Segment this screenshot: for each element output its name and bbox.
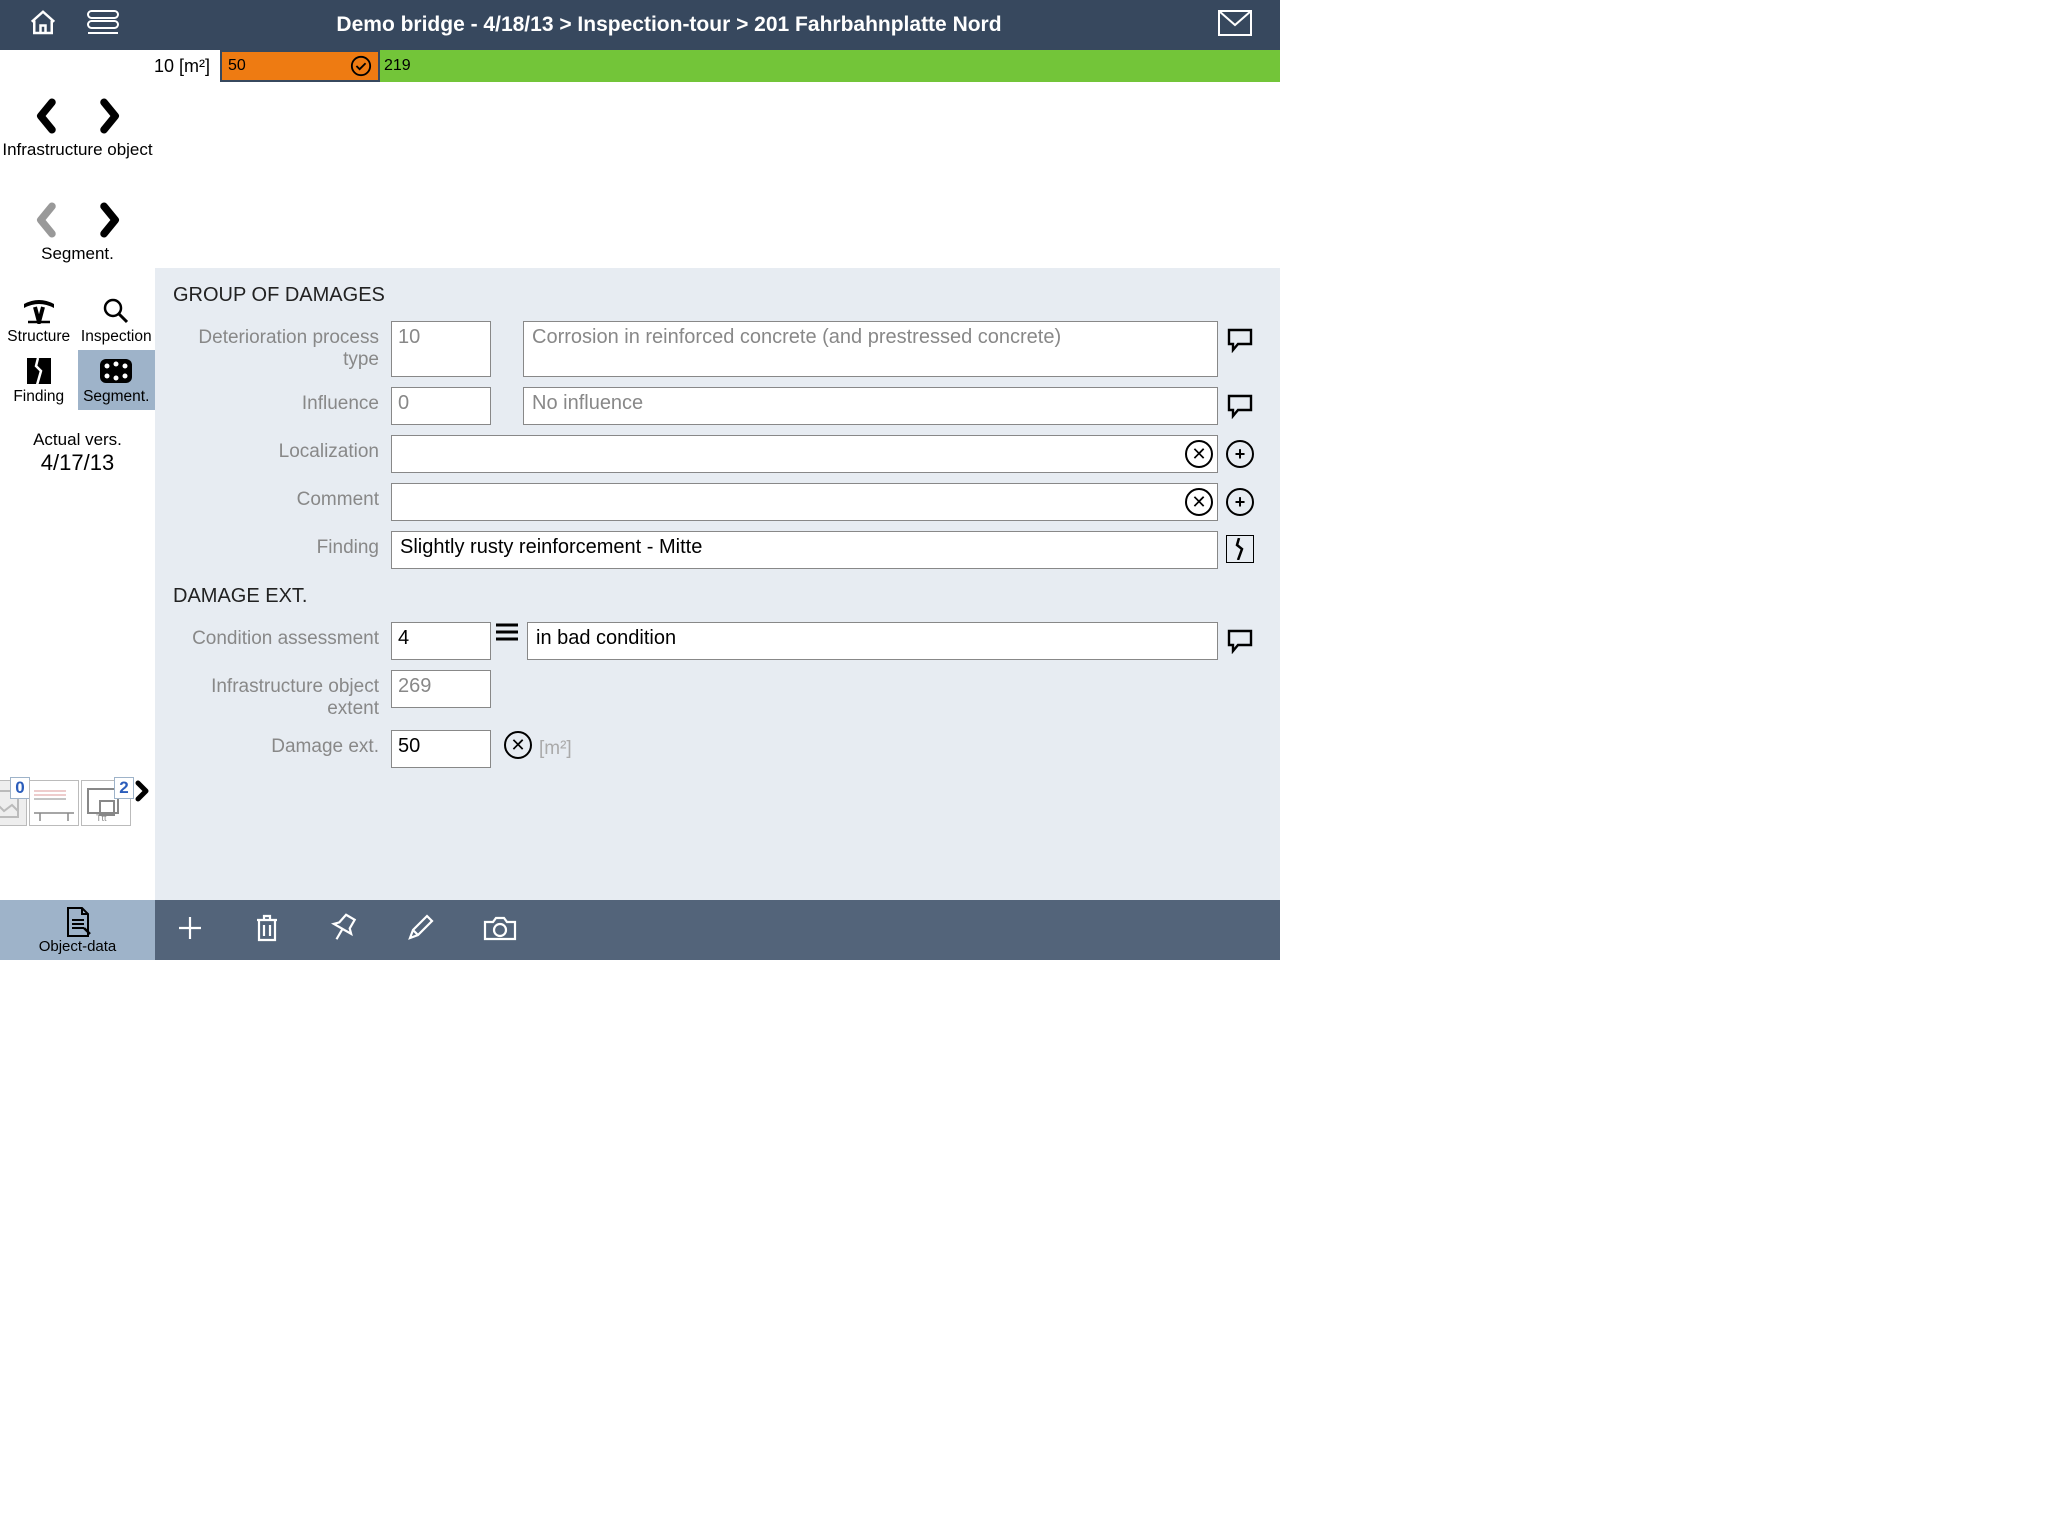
- toolbar-edit-button[interactable]: [405, 913, 435, 948]
- progress-remaining-value: 219: [384, 57, 411, 75]
- svg-text:Ttt: Ttt: [96, 813, 107, 823]
- segment-nav-label: Segment.: [0, 244, 155, 264]
- segment-icon: [78, 356, 156, 386]
- condition-menu-button[interactable]: [491, 622, 523, 642]
- influence-code-input[interactable]: 0: [391, 387, 491, 425]
- deterioration-label: Deterioration process type: [173, 321, 391, 371]
- damage-ext-unit: [m²]: [539, 738, 572, 760]
- page-title: Demo bridge - 4/18/13 > Inspection-tour …: [120, 13, 1218, 37]
- tab-finding[interactable]: Finding: [0, 350, 78, 410]
- photo-count-badge: 0: [10, 777, 30, 799]
- influence-comment-button[interactable]: [1225, 391, 1255, 421]
- damage-ext-label: Damage ext.: [173, 730, 391, 758]
- localization-input[interactable]: ✕: [391, 435, 1218, 473]
- comment-input[interactable]: ✕: [391, 483, 1218, 521]
- version-label: Actual vers.: [0, 430, 155, 450]
- comment-label: Comment: [173, 483, 391, 511]
- toolbar-camera-button[interactable]: [483, 914, 517, 947]
- finding-input[interactable]: Slightly rusty reinforcement - Mitte: [391, 531, 1218, 569]
- thumbnail-plan-1[interactable]: [29, 780, 79, 826]
- deterioration-code-input[interactable]: 10: [391, 321, 491, 377]
- structure-icon: [0, 296, 78, 326]
- toolbar-add-button[interactable]: [175, 913, 205, 948]
- tab-inspection[interactable]: Inspection: [78, 290, 156, 350]
- thumbnail-photo[interactable]: 0: [0, 780, 27, 826]
- plan-count-badge: 2: [114, 777, 134, 799]
- version-date: 4/17/13: [0, 450, 155, 476]
- finding-icon: [0, 356, 78, 386]
- damage-ext-input[interactable]: 50: [391, 730, 491, 768]
- influence-desc[interactable]: No influence: [523, 387, 1218, 425]
- deterioration-desc[interactable]: Corrosion in reinforced concrete (and pr…: [523, 321, 1218, 377]
- inspection-icon: [78, 296, 156, 326]
- comment-add-button[interactable]: +: [1225, 487, 1255, 517]
- progress-remaining-segment[interactable]: 219: [380, 50, 1280, 82]
- home-icon[interactable]: [28, 8, 58, 43]
- localization-clear-button[interactable]: ✕: [1185, 440, 1213, 468]
- mail-icon[interactable]: [1218, 23, 1252, 40]
- condition-label: Condition assessment: [173, 622, 391, 650]
- progress-unit-label: 10 [m²]: [0, 50, 220, 82]
- section-damage-ext-title: DAMAGE EXT.: [173, 585, 1262, 608]
- damage-ext-clear-button[interactable]: ✕: [503, 730, 533, 760]
- condition-code-input[interactable]: 4: [391, 622, 491, 660]
- progress-done-segment[interactable]: 50: [220, 50, 380, 82]
- toolbar-pin-button[interactable]: [329, 913, 357, 948]
- thumbnail-plan-next[interactable]: [133, 780, 153, 826]
- condition-desc[interactable]: in bad condition: [527, 622, 1218, 660]
- infra-next-button[interactable]: [94, 96, 124, 136]
- condition-comment-button[interactable]: [1225, 626, 1255, 656]
- extent-value[interactable]: 269: [391, 670, 491, 708]
- section-group-of-damages-title: GROUP OF DAMAGES: [173, 284, 1262, 307]
- localization-label: Localization: [173, 435, 391, 463]
- infra-nav-label: Infrastructure object: [0, 140, 155, 160]
- toolbar-delete-button[interactable]: [253, 912, 281, 949]
- object-data-button[interactable]: Object-data: [0, 900, 155, 960]
- deterioration-comment-button[interactable]: [1225, 325, 1255, 355]
- infra-prev-button[interactable]: [32, 96, 62, 136]
- list-icon[interactable]: [86, 9, 120, 42]
- extent-label: Infrastructure object extent: [173, 670, 391, 720]
- thumbnail-photo-next[interactable]: [0, 826, 27, 853]
- tab-segment[interactable]: Segment.: [78, 350, 156, 410]
- tab-structure[interactable]: Structure: [0, 290, 78, 350]
- segment-next-button[interactable]: [94, 200, 124, 240]
- finding-field-label: Finding: [173, 531, 391, 559]
- influence-label: Influence: [173, 387, 391, 415]
- finding-crack-button[interactable]: [1226, 535, 1254, 563]
- localization-add-button[interactable]: +: [1225, 439, 1255, 469]
- thumbnail-plan-2[interactable]: Ttt 2: [81, 780, 131, 826]
- progress-done-value: 50: [228, 57, 246, 75]
- segment-prev-button[interactable]: [32, 200, 62, 240]
- comment-clear-button[interactable]: ✕: [1185, 488, 1213, 516]
